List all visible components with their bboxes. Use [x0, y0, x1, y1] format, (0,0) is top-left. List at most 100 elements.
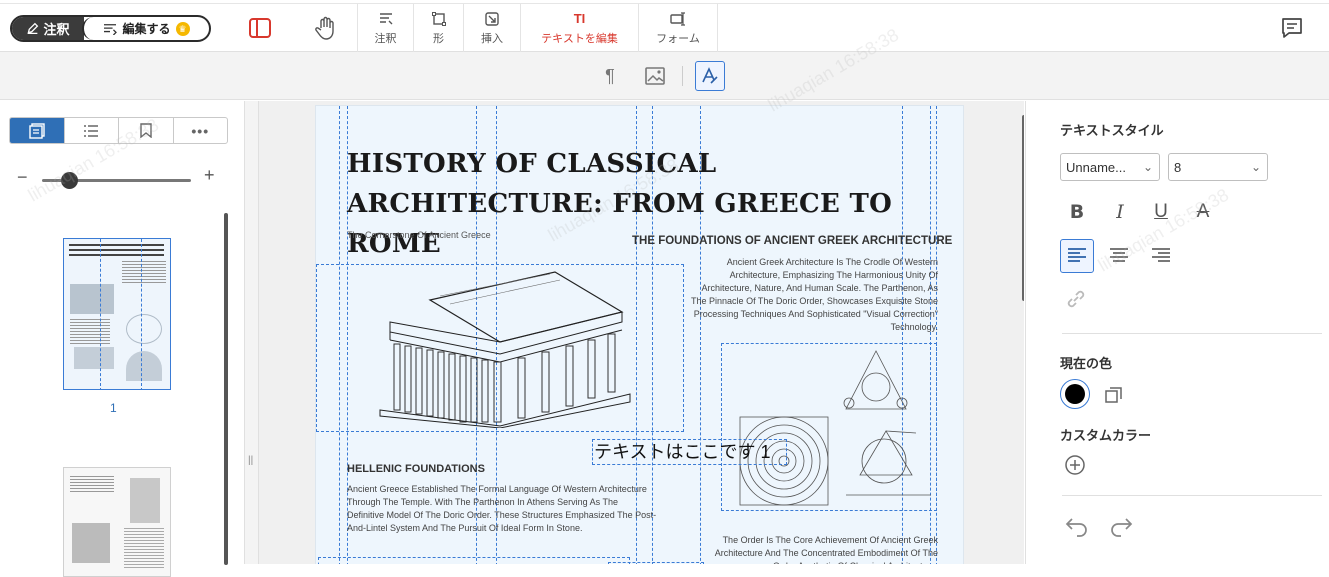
panel-divider	[1062, 495, 1322, 496]
tab-insert[interactable]: 挿入	[463, 4, 520, 52]
link-icon[interactable]	[1064, 287, 1088, 311]
align-center-icon	[1110, 248, 1128, 262]
left-sidebar: ••• − + 1	[0, 101, 245, 577]
zoom-out-button[interactable]: −	[17, 167, 28, 188]
italic-button[interactable]: I	[1106, 198, 1134, 226]
underline-icon: U	[1154, 201, 1168, 222]
add-circle-icon[interactable]	[1064, 454, 1086, 476]
tab-annotation[interactable]: 注釈	[357, 4, 413, 52]
tab-outline[interactable]	[65, 118, 119, 143]
more-icon: •••	[191, 122, 210, 139]
paragraph-icon: ¶	[605, 65, 615, 86]
document-subtitle[interactable]: The Cornerstone Of Ancient Greece	[347, 230, 491, 240]
chevron-down-icon: ⌄	[1250, 160, 1261, 174]
page-number-label: 1	[110, 401, 117, 415]
thumb-guide	[100, 239, 101, 389]
paragraph-order[interactable]: The Order Is The Core Achievement Of Anc…	[696, 534, 938, 564]
sidebar-resize-handle[interactable]: ||	[245, 101, 259, 564]
mode-switch: 注釈 編集する ♛	[10, 15, 211, 42]
current-color-swatch[interactable]	[1060, 379, 1090, 409]
thumb2-column-image	[130, 478, 160, 523]
font-family-select[interactable]: Unname... ⌄	[1060, 153, 1160, 181]
tab-more[interactable]: •••	[174, 118, 228, 143]
tab-thumbnails[interactable]	[10, 118, 65, 143]
thumb-title-lines	[69, 244, 164, 258]
zoom-in-button[interactable]: +	[204, 165, 215, 186]
edit-lines-icon	[104, 23, 118, 35]
bookmark-icon	[140, 123, 152, 138]
edit-text-subtoolbar: ¶	[0, 52, 1329, 100]
align-left-button[interactable]	[1060, 239, 1094, 273]
comments-button[interactable]	[1280, 16, 1306, 42]
font-size-select[interactable]: 8 ⌄	[1168, 153, 1268, 181]
inserted-text-box[interactable]: テキストはここです 1	[592, 439, 787, 465]
section-heading-hellenic[interactable]: HELLENIC FOUNDATIONS	[347, 463, 485, 475]
paragraph-hellenic[interactable]: Ancient Greece Established The Formal La…	[347, 483, 657, 535]
annotate-mode-button[interactable]: 注釈	[12, 17, 84, 40]
edit-mode-button[interactable]: 編集する ♛	[82, 17, 209, 40]
sidebar-toggle-button[interactable]	[246, 14, 274, 42]
outline-icon	[84, 124, 99, 137]
undo-icon[interactable]	[1064, 515, 1090, 537]
sidebar-scrollbar[interactable]	[224, 213, 228, 565]
thumb-diagram-image	[126, 314, 162, 344]
thumb-guide-2	[141, 239, 142, 389]
current-color-label: 現在の色	[1060, 356, 1113, 371]
thumb-text-lines	[122, 261, 166, 283]
bold-button[interactable]: B	[1063, 198, 1091, 226]
paragraph-foundations[interactable]: Ancient Greek Architecture Is The Crodle…	[684, 256, 938, 334]
font-family-value: Unname...	[1066, 159, 1126, 175]
align-right-icon	[1152, 248, 1170, 262]
tab-bookmarks[interactable]	[119, 118, 174, 143]
tab-form-label: フォーム	[656, 32, 700, 45]
main-toolbar: 注釈 編集する ♛ 注釈 形 挿入 TI テキストを編集 フォーム	[0, 4, 1329, 52]
page-thumbnail-1[interactable]	[63, 238, 171, 390]
thumb2-building-image	[72, 523, 110, 563]
align-right-button[interactable]	[1144, 239, 1178, 273]
redo-icon[interactable]	[1108, 515, 1134, 537]
annotate-mode-label: 注釈	[43, 22, 70, 37]
tab-insert-label: 挿入	[481, 32, 503, 45]
document-canvas: HISTORY OF CLASSICAL ARCHITECTURE: FROM …	[259, 101, 1024, 564]
grip-icon: ||	[248, 455, 254, 466]
thumb-column-image	[74, 347, 114, 369]
font-size-value: 8	[1174, 159, 1182, 175]
form-icon	[670, 11, 685, 26]
panel-toggle-icon	[249, 18, 271, 38]
tab-edit-text-label: テキストを編集	[541, 32, 618, 45]
text-frame[interactable]	[318, 557, 630, 564]
tab-edit-text[interactable]: TI テキストを編集	[520, 4, 638, 52]
align-left-icon	[1068, 248, 1086, 262]
canvas-scrollbar[interactable]	[1022, 115, 1024, 301]
strikethrough-button[interactable]: A	[1189, 198, 1217, 226]
properties-panel: テキストスタイル Unname... ⌄ 8 ⌄ B I U A 現在の色 カス…	[1025, 101, 1329, 564]
comment-icon	[1282, 18, 1302, 38]
section-heading-foundations[interactable]: THE FOUNDATIONS OF ANCIENT GREEK ARCHITE…	[632, 235, 952, 247]
align-center-button[interactable]	[1102, 239, 1136, 273]
custom-color-label: カスタムカラー	[1060, 428, 1152, 443]
panel-divider	[1062, 333, 1322, 334]
text-style-heading: テキストスタイル	[1060, 123, 1164, 138]
sidebar-tabs: •••	[9, 117, 228, 144]
strikethrough-icon: A	[1196, 201, 1210, 222]
image-button[interactable]	[640, 61, 670, 91]
tab-shape[interactable]: 形	[413, 4, 463, 52]
page-thumbnail-2[interactable]	[63, 467, 171, 577]
text-style-button[interactable]	[695, 61, 725, 91]
thumbnails-icon	[29, 122, 45, 139]
tab-form[interactable]: フォーム	[638, 4, 718, 52]
geometry-diagrams	[739, 350, 931, 506]
color-dot	[1065, 384, 1085, 404]
copy-icon[interactable]	[1103, 384, 1125, 406]
pdf-page: HISTORY OF CLASSICAL ARCHITECTURE: FROM …	[315, 105, 964, 564]
tab-annotation-label: 注釈	[374, 32, 397, 45]
edit-text-icon: TI	[573, 10, 586, 26]
text-style-icon	[702, 67, 718, 84]
hand-tool-button[interactable]	[312, 14, 340, 42]
underline-button[interactable]: U	[1147, 198, 1175, 226]
zoom-slider-handle[interactable]	[61, 172, 78, 189]
thumb-arch-image	[126, 351, 162, 381]
thumb-text-lines-2	[70, 319, 110, 344]
paragraph-button[interactable]: ¶	[595, 61, 625, 91]
pen-icon	[28, 22, 39, 35]
